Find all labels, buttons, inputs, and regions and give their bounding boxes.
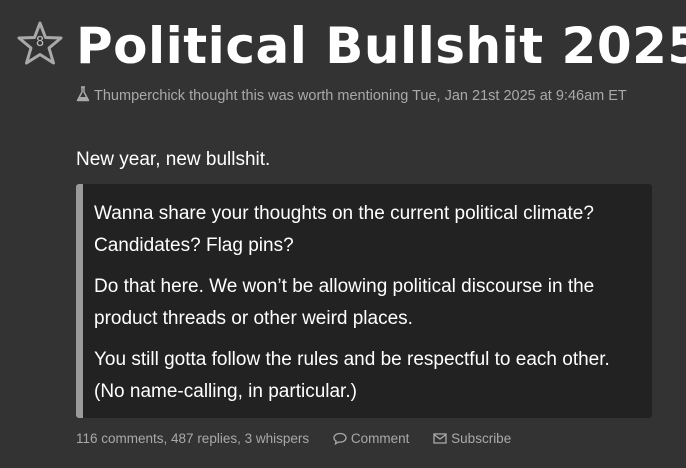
- post-meta-text: thought this was worth mentioning Tue, J…: [189, 88, 627, 104]
- post-intro: New year, new bullshit.: [76, 149, 271, 170]
- post-title: Political Bullshit 2025: [76, 17, 686, 75]
- star-count: 8: [35, 35, 45, 50]
- speech-bubble-icon: [333, 433, 347, 446]
- envelope-icon: [433, 433, 447, 445]
- post-meta: Thumperchick thought this was worth ment…: [76, 86, 666, 106]
- blockquote: Wanna share your thoughts on the current…: [76, 184, 652, 418]
- subscribe-label: Subscribe: [451, 431, 512, 447]
- subscribe-button[interactable]: Subscribe: [433, 430, 512, 447]
- author-link[interactable]: Thumperchick: [94, 88, 185, 104]
- post-footer: 116 comments, 487 replies, 3 whispers Co…: [76, 430, 511, 446]
- quote-paragraph: Do that here. We won’t be allowing polit…: [94, 276, 595, 329]
- flask-icon: [76, 86, 90, 102]
- comment-label: Comment: [350, 431, 410, 447]
- thread-stats: 116 comments, 487 replies, 3 whispers: [76, 430, 310, 446]
- star-button[interactable]: 8: [16, 20, 64, 66]
- comment-button[interactable]: Comment: [333, 430, 413, 447]
- quote-paragraph: You still gotta follow the rules and be …: [94, 349, 610, 402]
- quote-paragraph: Wanna share your thoughts on the current…: [94, 203, 594, 256]
